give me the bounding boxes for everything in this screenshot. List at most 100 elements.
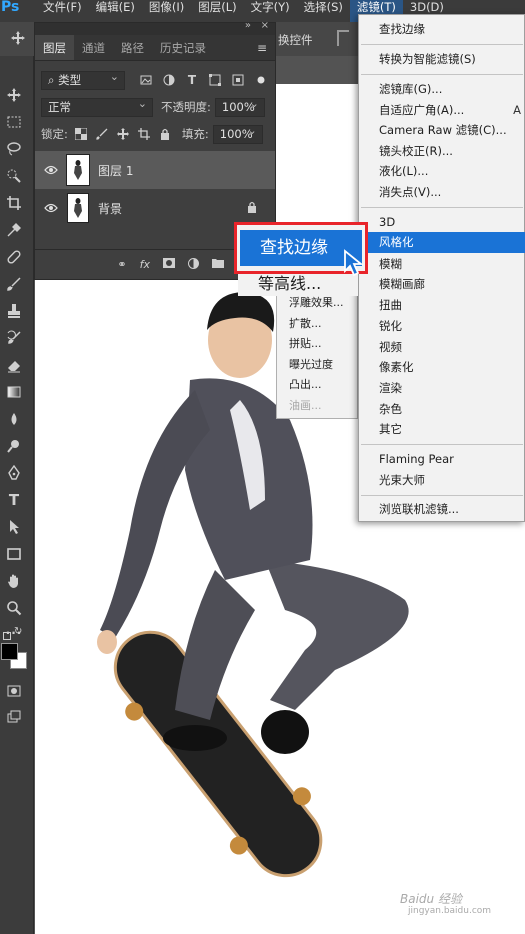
filter-type-icon[interactable]: T (185, 73, 199, 87)
blur-tool-icon[interactable] (3, 408, 25, 430)
filter-shape-icon[interactable] (208, 73, 222, 87)
layer-name: 背景 (98, 201, 123, 216)
lock-transparent-icon[interactable] (74, 127, 88, 141)
lock-artboard-icon[interactable] (137, 127, 151, 141)
menu-separator (361, 74, 523, 75)
add-mask-icon[interactable] (163, 258, 175, 271)
filter-smart-object-icon[interactable] (231, 73, 245, 87)
lock-position-icon[interactable] (116, 127, 130, 141)
filter-pixelate[interactable]: 像素化 (359, 357, 525, 378)
collapse-icon[interactable]: » (245, 20, 251, 31)
filter-stylize[interactable]: 风格化 (359, 232, 525, 253)
visibility-eye-icon[interactable] (35, 165, 67, 175)
filter-sharpen[interactable]: 锐化 (359, 316, 525, 337)
filter-vanishing-point[interactable]: 消失点(V)... (359, 182, 525, 203)
move-tool-icon[interactable] (3, 84, 25, 106)
quick-mask-icon[interactable] (3, 680, 25, 702)
filter-gallery[interactable]: 滤镜库(G)... (359, 79, 525, 100)
filter-other[interactable]: 其它 (359, 419, 525, 440)
filter-render[interactable]: 渲染 (359, 378, 525, 399)
lock-label: 锁定: (41, 127, 68, 141)
panel-menu-icon[interactable]: ≡ (249, 35, 275, 60)
tab-paths[interactable]: 路径 (113, 35, 152, 60)
filter-flaming-pear[interactable]: Flaming Pear (359, 449, 525, 470)
lock-image-icon[interactable] (95, 127, 109, 141)
screen-mode-icon[interactable] (3, 706, 25, 728)
eraser-tool-icon[interactable] (3, 354, 25, 376)
link-layers-icon[interactable]: ⚭ (117, 258, 126, 271)
path-select-tool-icon[interactable] (3, 516, 25, 538)
dodge-tool-icon[interactable] (3, 435, 25, 457)
opacity-input[interactable]: 100% (214, 95, 265, 117)
tools-panel: T ··· ↻ (0, 56, 34, 934)
transform-controls-label[interactable]: 换控件 (278, 32, 313, 48)
filter-blur-gallery[interactable]: 模糊画廊 (359, 274, 525, 295)
hand-tool-icon[interactable] (3, 570, 25, 592)
tab-history[interactable]: 历史记录 (152, 35, 214, 60)
filter-liquify[interactable]: 液化(L)... (359, 161, 525, 182)
filter-last-find-edges[interactable]: 查找边缘 (359, 19, 525, 40)
filter-convert-smart[interactable]: 转换为智能滤镜(S) (359, 49, 525, 70)
layer-row-layer1[interactable]: 图层 1 (35, 151, 275, 189)
healing-brush-tool-icon[interactable] (3, 246, 25, 268)
gradient-tool-icon[interactable] (3, 381, 25, 403)
submenu-emboss[interactable]: 浮雕效果... (277, 293, 357, 313)
swap-colors-icon[interactable]: ↻ (14, 626, 22, 637)
submenu-extrude[interactable]: 凸出... (277, 375, 357, 395)
filter-browse-online[interactable]: 浏览联机滤镜... (359, 499, 525, 520)
align-icon[interactable] (337, 30, 349, 46)
foreground-color-swatch[interactable] (1, 643, 18, 660)
marquee-tool-icon[interactable] (3, 111, 25, 133)
filter-noise[interactable]: 杂色 (359, 399, 525, 420)
adjustment-layer-icon[interactable] (188, 257, 199, 272)
quick-select-tool-icon[interactable] (3, 165, 25, 187)
layer-filter-select[interactable]: ⌕ 类型 (41, 68, 125, 90)
tab-layers[interactable]: 图层 (35, 35, 74, 60)
eyedropper-tool-icon[interactable] (3, 219, 25, 241)
filter-3d[interactable]: 3D (359, 212, 525, 233)
filter-pixel-icon[interactable] (139, 73, 153, 87)
lasso-tool-icon[interactable] (3, 138, 25, 160)
filter-adaptive-wide-angle[interactable]: 自适应广角(A)... A (359, 100, 525, 121)
callout-contour-item: 等高线... (238, 274, 358, 296)
rectangle-tool-icon[interactable] (3, 543, 25, 565)
filter-blur[interactable]: 模糊 (359, 254, 525, 275)
fill-input[interactable]: 100% (212, 122, 263, 144)
clone-stamp-tool-icon[interactable] (3, 300, 25, 322)
lock-all-icon[interactable] (158, 127, 172, 141)
watermark-url: jingyan.baidu.com (408, 906, 492, 916)
close-panel-icon[interactable]: × (261, 20, 269, 31)
menu-layer[interactable]: 图层(L) (191, 0, 243, 22)
tab-channels[interactable]: 通道 (74, 35, 113, 60)
menu-file[interactable]: 文件(F) (36, 0, 89, 22)
filter-beam-master[interactable]: 光束大师 (359, 470, 525, 491)
filter-video[interactable]: 视频 (359, 337, 525, 358)
type-tool-icon[interactable]: T (3, 489, 25, 511)
opacity-label: 不透明度: (161, 100, 211, 114)
zoom-tool-icon[interactable] (3, 597, 25, 619)
filter-toggle-icon[interactable] (254, 73, 268, 87)
brush-tool-icon[interactable] (3, 273, 25, 295)
menu-edit[interactable]: 编辑(E) (89, 0, 142, 22)
blend-mode-select[interactable]: 正常 (41, 95, 153, 117)
menu-separator (361, 44, 523, 45)
filter-distort[interactable]: 扭曲 (359, 295, 525, 316)
panel-header[interactable]: » × (35, 20, 275, 35)
visibility-eye-icon[interactable] (35, 203, 67, 213)
default-colors-icon[interactable] (3, 632, 11, 640)
filter-adjustment-icon[interactable] (162, 73, 176, 87)
history-brush-tool-icon[interactable] (3, 327, 25, 349)
crop-tool-icon[interactable] (3, 192, 25, 214)
menu-image[interactable]: 图像(I) (142, 0, 191, 22)
submenu-diffuse[interactable]: 扩散... (277, 314, 357, 334)
fx-button[interactable]: fx (140, 258, 150, 271)
submenu-solarize[interactable]: 曝光过度 (277, 355, 357, 375)
menu-type[interactable]: 文字(Y) (244, 0, 297, 22)
filter-lens-correction[interactable]: 镜头校正(R)... (359, 141, 525, 162)
submenu-tiles[interactable]: 拼贴... (277, 334, 357, 354)
menu-select[interactable]: 选择(S) (297, 0, 350, 22)
pen-tool-icon[interactable] (3, 462, 25, 484)
new-group-folder-icon[interactable] (212, 258, 224, 271)
filter-camera-raw[interactable]: Camera Raw 滤镜(C)... (359, 120, 525, 141)
lock-row: 锁定: 填充: 100% (35, 121, 275, 147)
